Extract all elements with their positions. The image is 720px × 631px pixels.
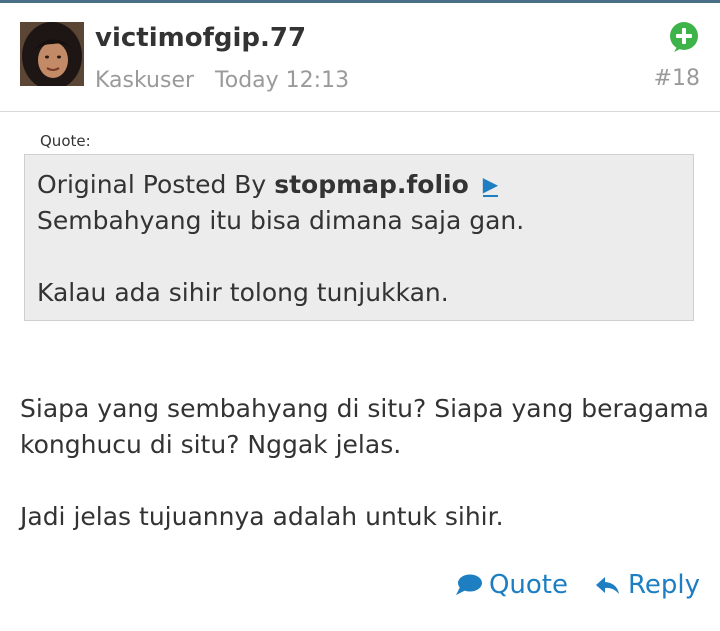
- quote-author[interactable]: stopmap.folio: [274, 170, 469, 199]
- arrow-right-icon[interactable]: ▶: [482, 173, 499, 197]
- quote-text-line: Sembahyang itu bisa dimana saja gan.: [37, 206, 525, 235]
- quote-text-line: Kalau ada sihir tolong tunjukkan.: [37, 278, 449, 307]
- quote-button[interactable]: Quote: [455, 570, 568, 600]
- post-time: Today 12:13: [215, 68, 350, 93]
- quote-label: Quote:: [40, 132, 91, 150]
- reply-button-label: Reply: [627, 570, 700, 600]
- avatar[interactable]: [20, 22, 84, 86]
- body-text-line: Jadi jelas tujuannya adalah untuk sihir.: [20, 502, 504, 531]
- plus-circle-icon[interactable]: [668, 21, 700, 53]
- speech-bubble-icon: [455, 574, 482, 595]
- body-text-line: Siapa yang sembahyang di situ? Siapa yan…: [20, 394, 709, 423]
- body-text-line: konghucu di situ? Nggak jelas.: [20, 430, 402, 459]
- post-meta: Kaskuser Today 12:13: [95, 68, 349, 93]
- post-header: victimofgip.77 Kaskuser Today 12:13 #18: [0, 3, 720, 112]
- post-number[interactable]: #18: [654, 66, 700, 91]
- quote-button-label: Quote: [488, 570, 568, 600]
- reply-button[interactable]: Reply: [594, 570, 700, 600]
- body-blank-line: [20, 463, 710, 499]
- post-actions: Quote Reply: [455, 565, 700, 605]
- quote-prefix: Original Posted By: [37, 170, 267, 199]
- quote-header: Original Posted By stopmap.folio ▶: [37, 167, 681, 203]
- post-body: Siapa yang sembahyang di situ? Siapa yan…: [20, 391, 710, 535]
- quote-box: Original Posted By stopmap.folio ▶ Semba…: [24, 154, 694, 321]
- username[interactable]: victimofgip.77: [95, 23, 306, 53]
- quote-blank-line: [37, 239, 681, 275]
- user-rank: Kaskuser: [95, 68, 195, 93]
- reply-arrow-icon: [595, 577, 619, 594]
